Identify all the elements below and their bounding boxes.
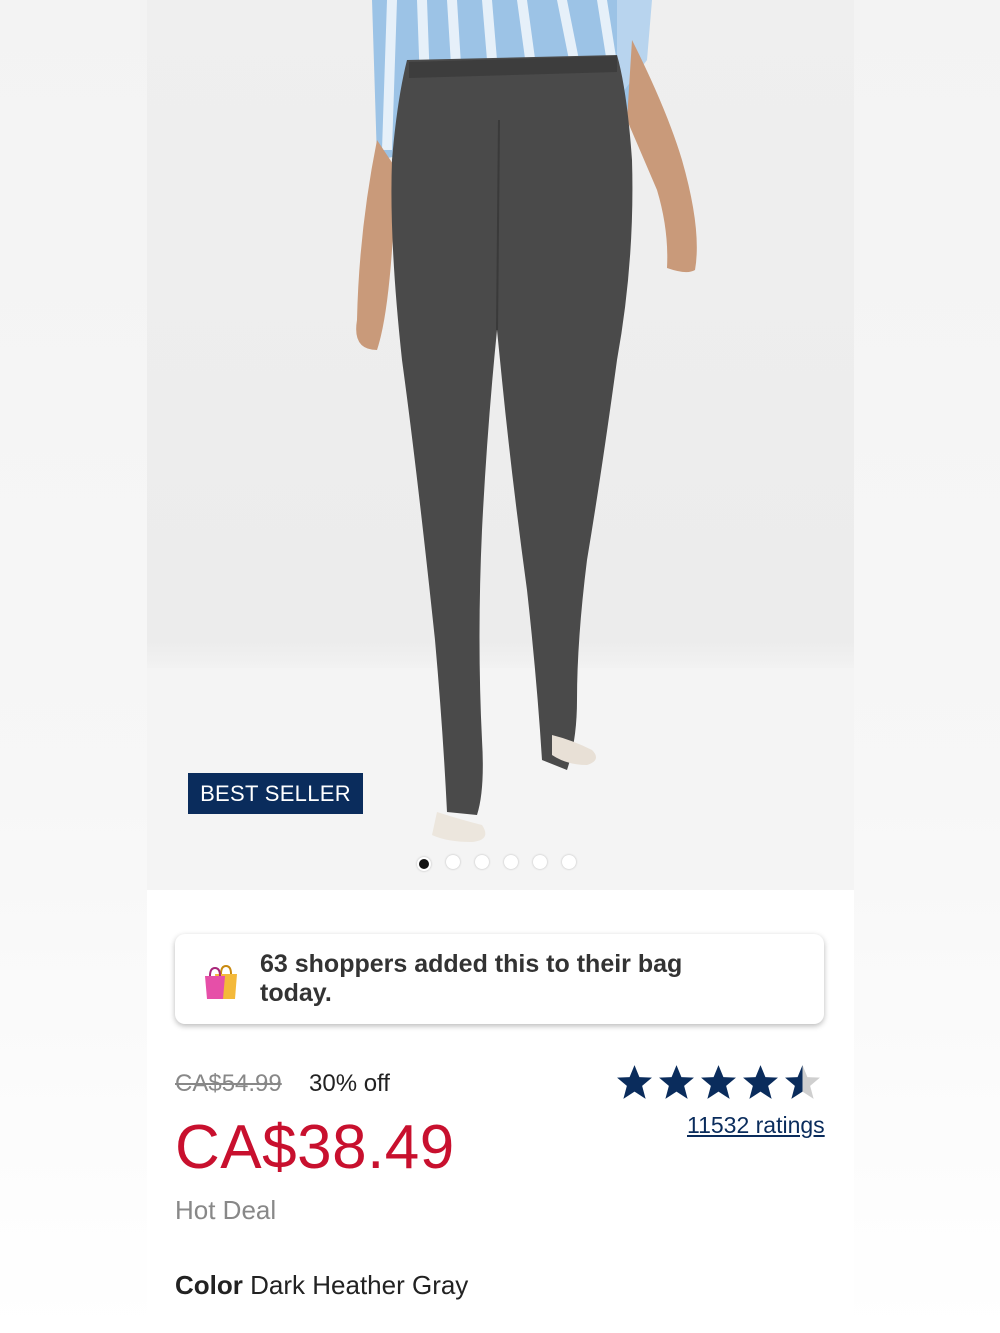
star-icon <box>617 1065 652 1099</box>
star-icon <box>785 1065 820 1099</box>
best-seller-badge: BEST SELLER <box>188 773 363 814</box>
carousel-dots[interactable] <box>417 855 576 871</box>
star-icon <box>659 1065 694 1099</box>
star-icon <box>701 1065 736 1099</box>
sale-price: CA$38.49 <box>175 1113 455 1182</box>
carousel-dot[interactable] <box>446 855 460 869</box>
page-background-left <box>0 0 147 1333</box>
carousel-dot[interactable] <box>562 855 576 869</box>
page-background-right <box>854 0 1000 1333</box>
deal-label: Hot Deal <box>175 1195 277 1225</box>
rating-stars[interactable] <box>615 1064 822 1100</box>
shopping-bags-icon <box>205 964 237 999</box>
color-value: Dark Heather Gray <box>250 1270 469 1300</box>
product-photo <box>147 0 854 890</box>
social-proof-card: 63 shoppers added this to their bag toda… <box>175 934 824 1024</box>
color-label: Color <box>175 1270 243 1300</box>
discount-label: 30% off <box>309 1070 390 1097</box>
product-image-carousel[interactable]: BEST SELLER <box>147 0 854 890</box>
ratings-link[interactable]: 11532 ratings <box>687 1112 825 1139</box>
color-row: Color Dark Heather Gray <box>175 1270 468 1301</box>
original-price: CA$54.99 <box>175 1070 282 1097</box>
carousel-dot-active[interactable] <box>417 857 431 871</box>
product-page: BEST SELLER 63 shoppers added this to th… <box>147 0 854 1333</box>
carousel-dot[interactable] <box>533 855 547 869</box>
carousel-dot[interactable] <box>504 855 518 869</box>
star-icon <box>743 1065 778 1099</box>
social-proof-text: 63 shoppers added this to their bag toda… <box>260 950 683 1007</box>
carousel-dot[interactable] <box>475 855 489 869</box>
